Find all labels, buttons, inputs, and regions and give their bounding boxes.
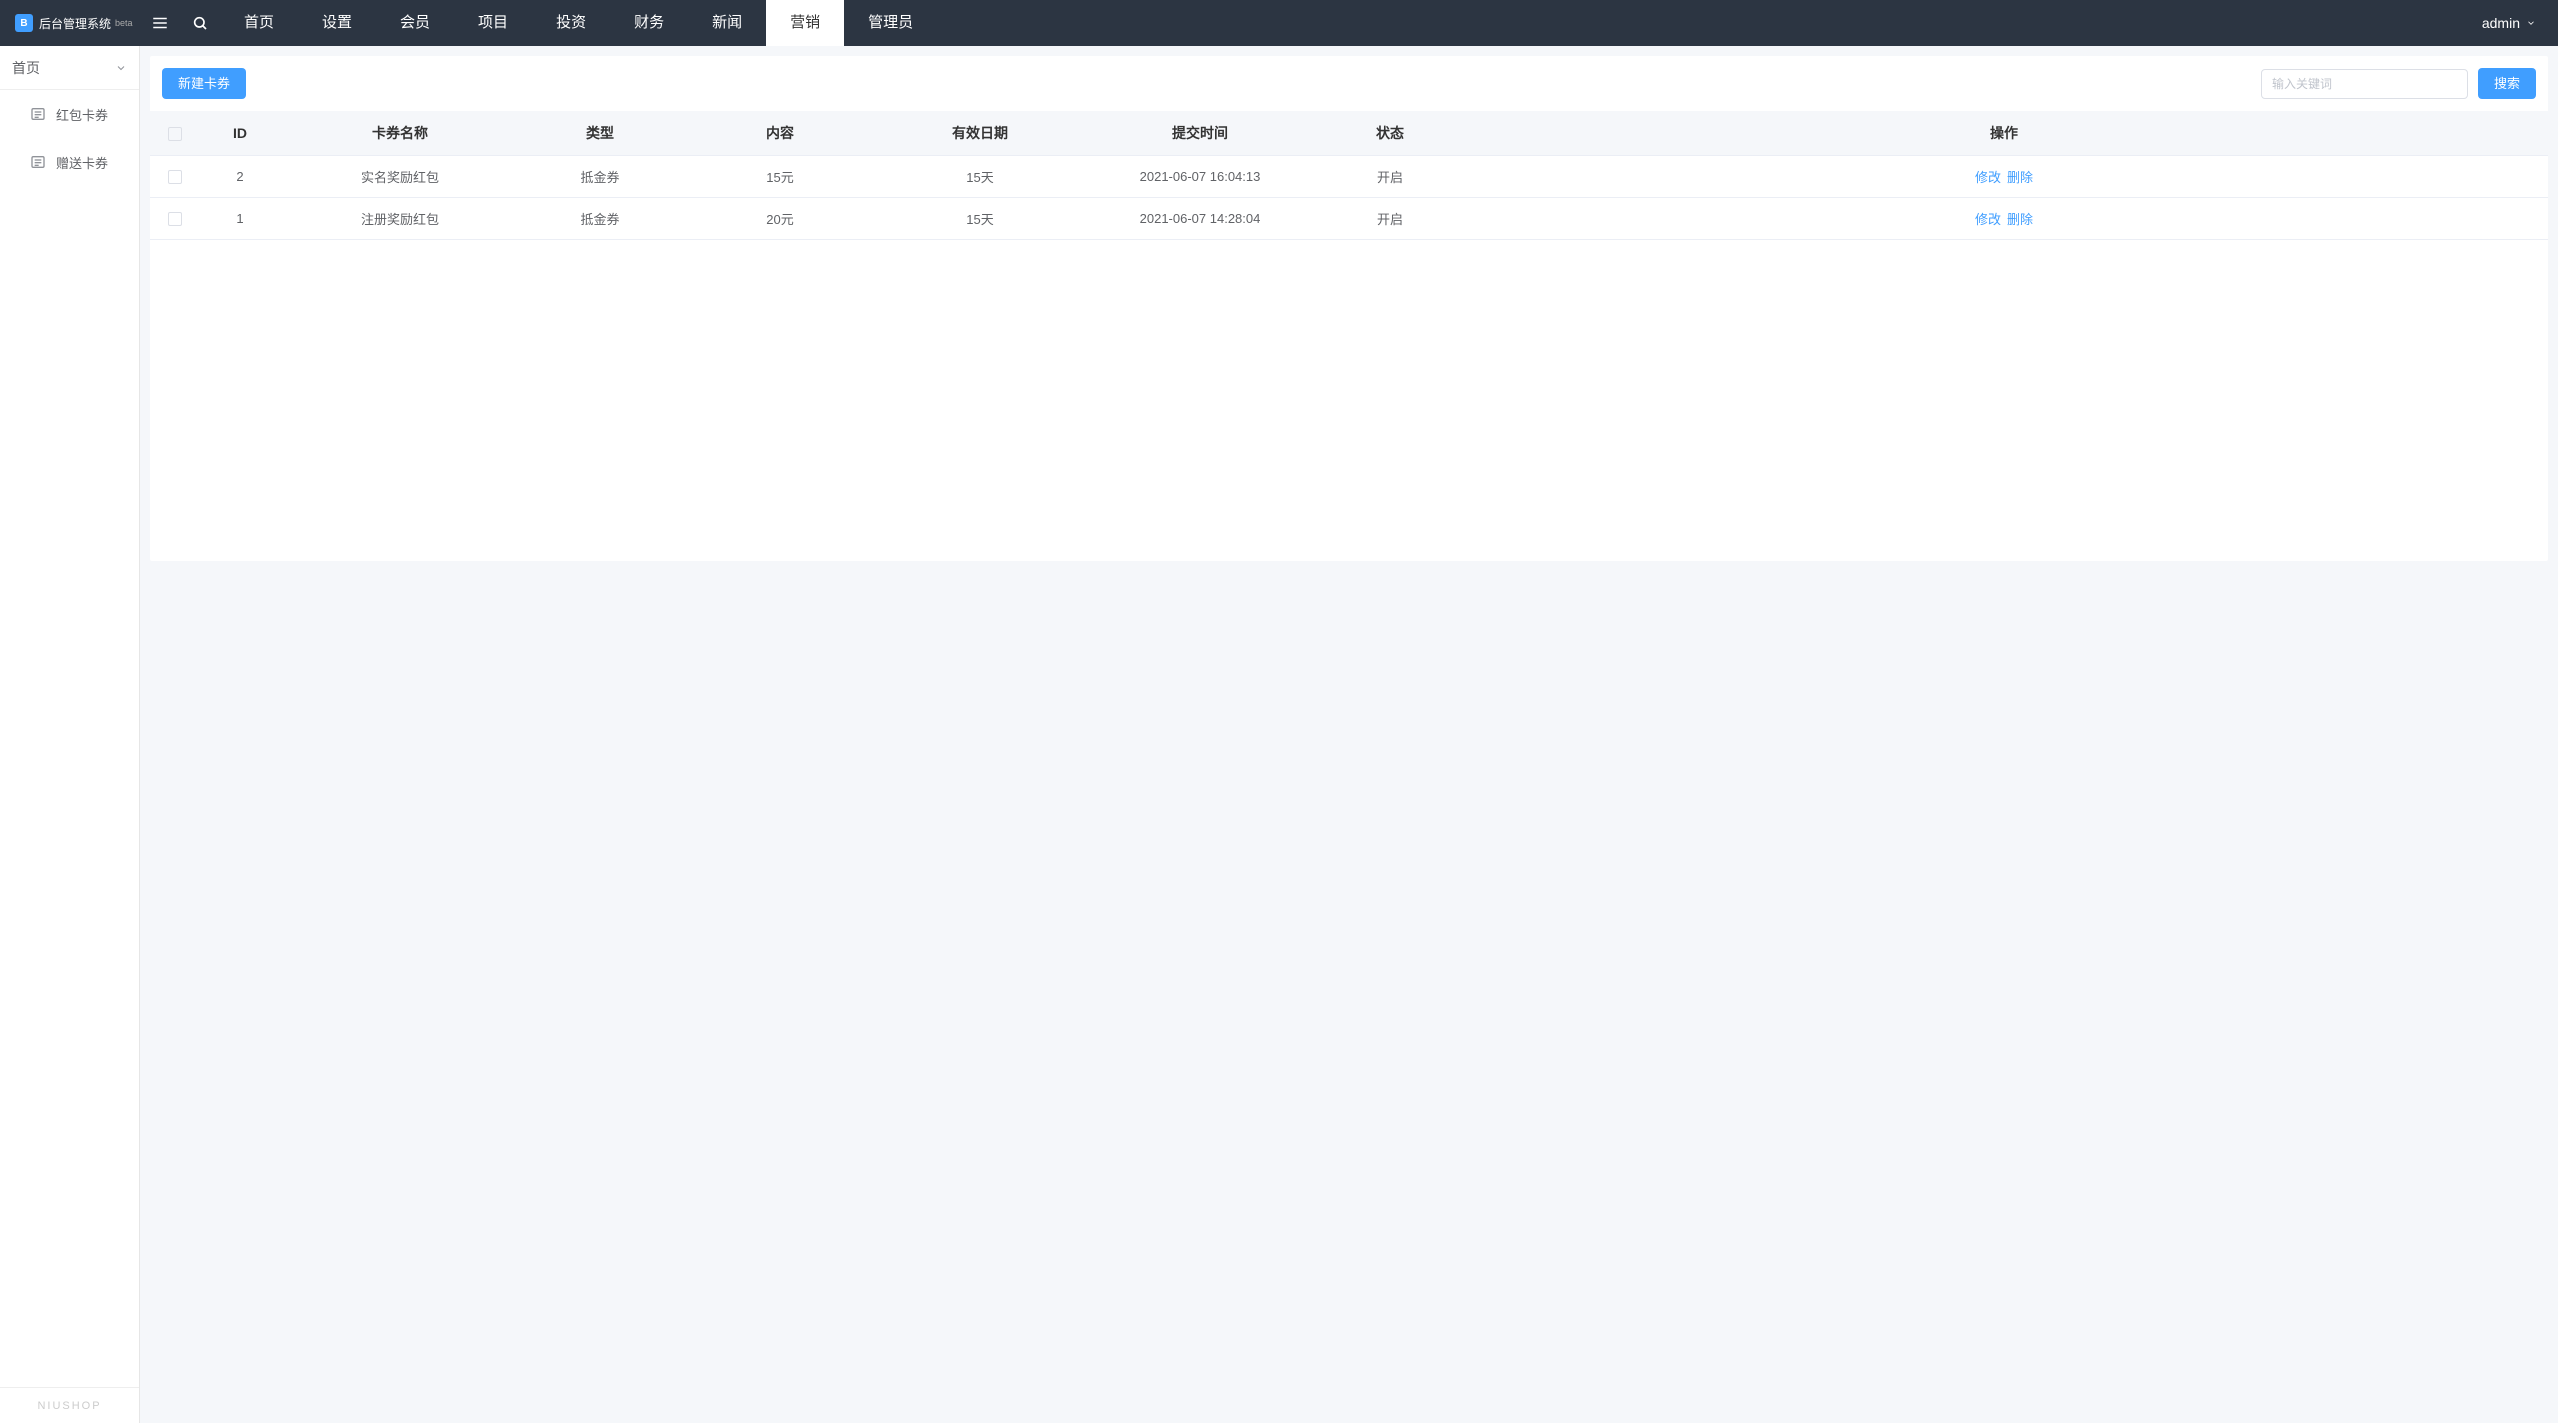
th-submit: 提交时间: [1080, 111, 1320, 156]
cell-name: 实名奖励红包: [280, 156, 520, 198]
nav-item-6[interactable]: 新闻: [688, 0, 766, 46]
search-input[interactable]: [2261, 69, 2468, 99]
nav-item-0[interactable]: 首页: [220, 0, 298, 46]
sidebar-item-label: 红包卡券: [56, 105, 108, 124]
table-row: 2实名奖励红包抵金券15元15天2021-06-07 16:04:13开启修改删…: [150, 156, 2548, 198]
table-row: 1注册奖励红包抵金券20元15天2021-06-07 14:28:04开启修改删…: [150, 198, 2548, 240]
cell-actions: 修改删除: [1460, 156, 2548, 198]
nav-menu: 首页设置会员项目投资财务新闻营销管理员: [220, 0, 2482, 46]
search-icon: [192, 15, 208, 31]
cell-valid: 15天: [880, 156, 1080, 198]
hamburger-icon: [151, 14, 169, 32]
cell-name: 注册奖励红包: [280, 198, 520, 240]
nav-item-7[interactable]: 营销: [766, 0, 844, 46]
row-checkbox[interactable]: [168, 212, 182, 226]
cell-type: 抵金券: [520, 198, 680, 240]
edit-link[interactable]: 修改: [1975, 170, 2001, 185]
cell-actions: 修改删除: [1460, 198, 2548, 240]
cell-id: 2: [200, 156, 280, 198]
cell-submit: 2021-06-07 16:04:13: [1080, 156, 1320, 198]
brand-logo-icon: B: [15, 14, 33, 32]
search-button[interactable]: [180, 0, 220, 46]
sidebar-header[interactable]: 首页: [0, 46, 139, 90]
sidebar-footer: NIUSHOP: [0, 1387, 139, 1423]
search-submit-button[interactable]: 搜索: [2478, 68, 2536, 99]
user-name: admin: [2482, 15, 2520, 31]
layout: 首页 红包卡券赠送卡券 NIUSHOP 新建卡券 搜索 ID 卡券名称: [0, 46, 2558, 1423]
nav-item-4[interactable]: 投资: [532, 0, 610, 46]
th-valid: 有效日期: [880, 111, 1080, 156]
brand: B 后台管理系统 beta: [0, 14, 140, 32]
sidebar-item-label: 赠送卡券: [56, 153, 108, 172]
nav-item-8[interactable]: 管理员: [844, 0, 937, 46]
new-coupon-button[interactable]: 新建卡券: [162, 68, 246, 99]
list-icon: [30, 106, 46, 122]
brand-name: 后台管理系统: [39, 15, 111, 32]
panel: 新建卡券 搜索 ID 卡券名称 类型 内容 有效日期 提交时间 状态: [150, 56, 2548, 561]
panel-toolbar: 新建卡券 搜索: [150, 56, 2548, 111]
user-menu[interactable]: admin: [2482, 15, 2558, 31]
topbar: B 后台管理系统 beta 首页设置会员项目投资财务新闻营销管理员 admin: [0, 0, 2558, 46]
th-status: 状态: [1320, 111, 1460, 156]
th-action: 操作: [1460, 111, 2548, 156]
chevron-down-icon: [115, 62, 127, 74]
cell-status: 开启: [1320, 198, 1460, 240]
cell-submit: 2021-06-07 14:28:04: [1080, 198, 1320, 240]
main-content: 新建卡券 搜索 ID 卡券名称 类型 内容 有效日期 提交时间 状态: [140, 46, 2558, 1423]
sidebar-item-1[interactable]: 赠送卡券: [0, 138, 139, 186]
th-name: 卡券名称: [280, 111, 520, 156]
chevron-down-icon: [2526, 18, 2536, 28]
topbar-icons: [140, 0, 220, 46]
row-checkbox[interactable]: [168, 170, 182, 184]
sidebar: 首页 红包卡券赠送卡券 NIUSHOP: [0, 46, 140, 1423]
select-all-checkbox[interactable]: [168, 127, 182, 141]
nav-item-3[interactable]: 项目: [454, 0, 532, 46]
edit-link[interactable]: 修改: [1975, 212, 2001, 227]
sidebar-header-label: 首页: [12, 58, 40, 78]
menu-toggle-button[interactable]: [140, 0, 180, 46]
th-id: ID: [200, 111, 280, 156]
nav-item-5[interactable]: 财务: [610, 0, 688, 46]
brand-badge: beta: [115, 18, 133, 28]
delete-link[interactable]: 删除: [2007, 170, 2033, 185]
cell-content: 20元: [680, 198, 880, 240]
coupon-table: ID 卡券名称 类型 内容 有效日期 提交时间 状态 操作 2实名奖励红包抵金券…: [150, 111, 2548, 240]
th-type: 类型: [520, 111, 680, 156]
list-icon: [30, 154, 46, 170]
cell-type: 抵金券: [520, 156, 680, 198]
cell-content: 15元: [680, 156, 880, 198]
nav-item-2[interactable]: 会员: [376, 0, 454, 46]
cell-valid: 15天: [880, 198, 1080, 240]
cell-id: 1: [200, 198, 280, 240]
nav-item-1[interactable]: 设置: [298, 0, 376, 46]
cell-status: 开启: [1320, 156, 1460, 198]
sidebar-items: 红包卡券赠送卡券: [0, 90, 139, 1387]
delete-link[interactable]: 删除: [2007, 212, 2033, 227]
th-content: 内容: [680, 111, 880, 156]
sidebar-item-0[interactable]: 红包卡券: [0, 90, 139, 138]
